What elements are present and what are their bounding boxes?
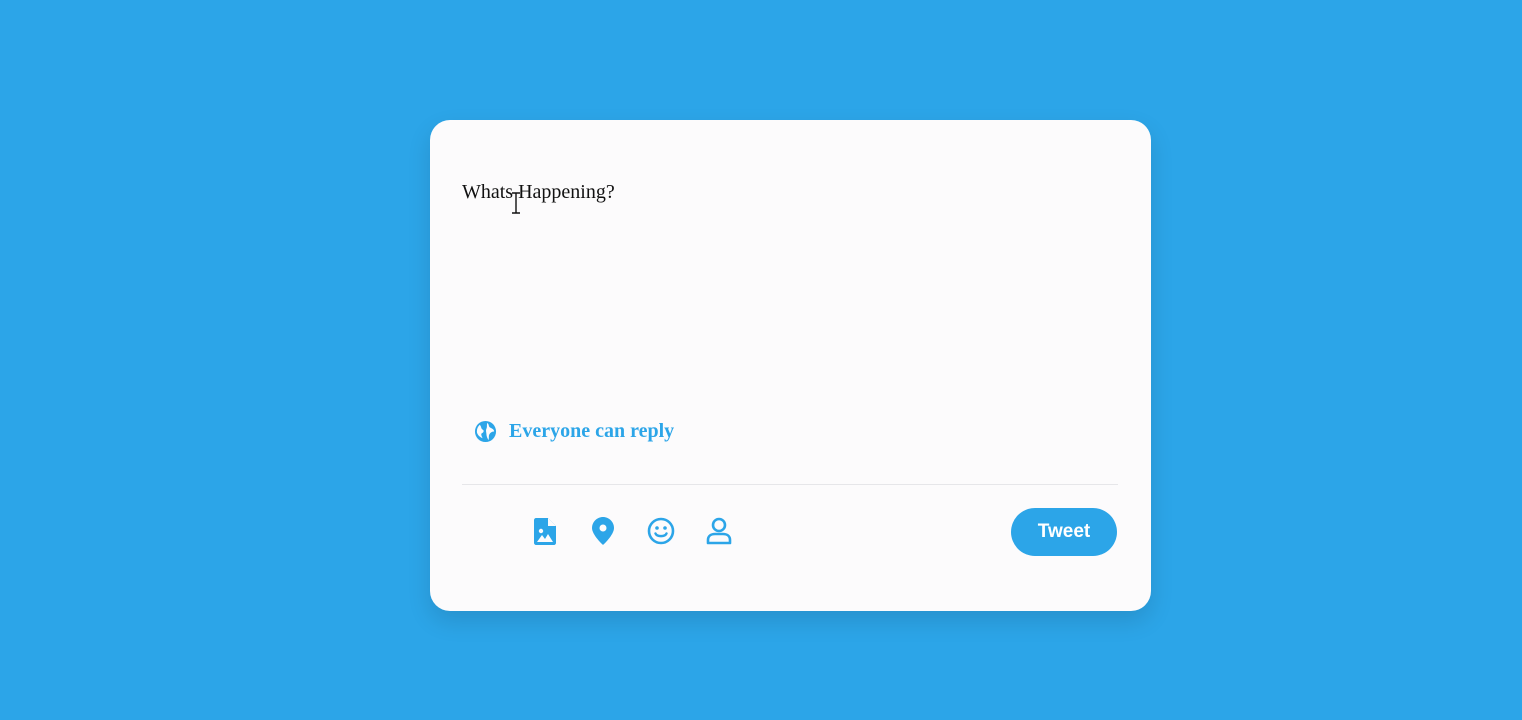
tweet-button[interactable]: Tweet — [1011, 508, 1117, 556]
smiley-icon — [647, 517, 675, 545]
location-pin-icon — [592, 517, 614, 545]
tag-user-button[interactable] — [704, 516, 734, 546]
image-file-icon — [534, 517, 556, 545]
globe-icon — [474, 420, 497, 443]
add-emoji-button[interactable] — [646, 516, 676, 546]
compose-toolbar — [530, 516, 762, 546]
tweet-composer-card: Whats Happening? Everyone can reply Twee… — [430, 120, 1151, 611]
reply-setting-label: Everyone can reply — [509, 420, 675, 442]
add-image-button[interactable] — [530, 516, 560, 546]
reply-setting-button[interactable]: Everyone can reply — [474, 420, 674, 443]
compose-textarea[interactable] — [462, 180, 1112, 390]
divider — [462, 484, 1118, 485]
user-icon — [706, 517, 732, 545]
text-cursor-icon — [512, 192, 520, 214]
add-location-button[interactable] — [588, 516, 618, 546]
